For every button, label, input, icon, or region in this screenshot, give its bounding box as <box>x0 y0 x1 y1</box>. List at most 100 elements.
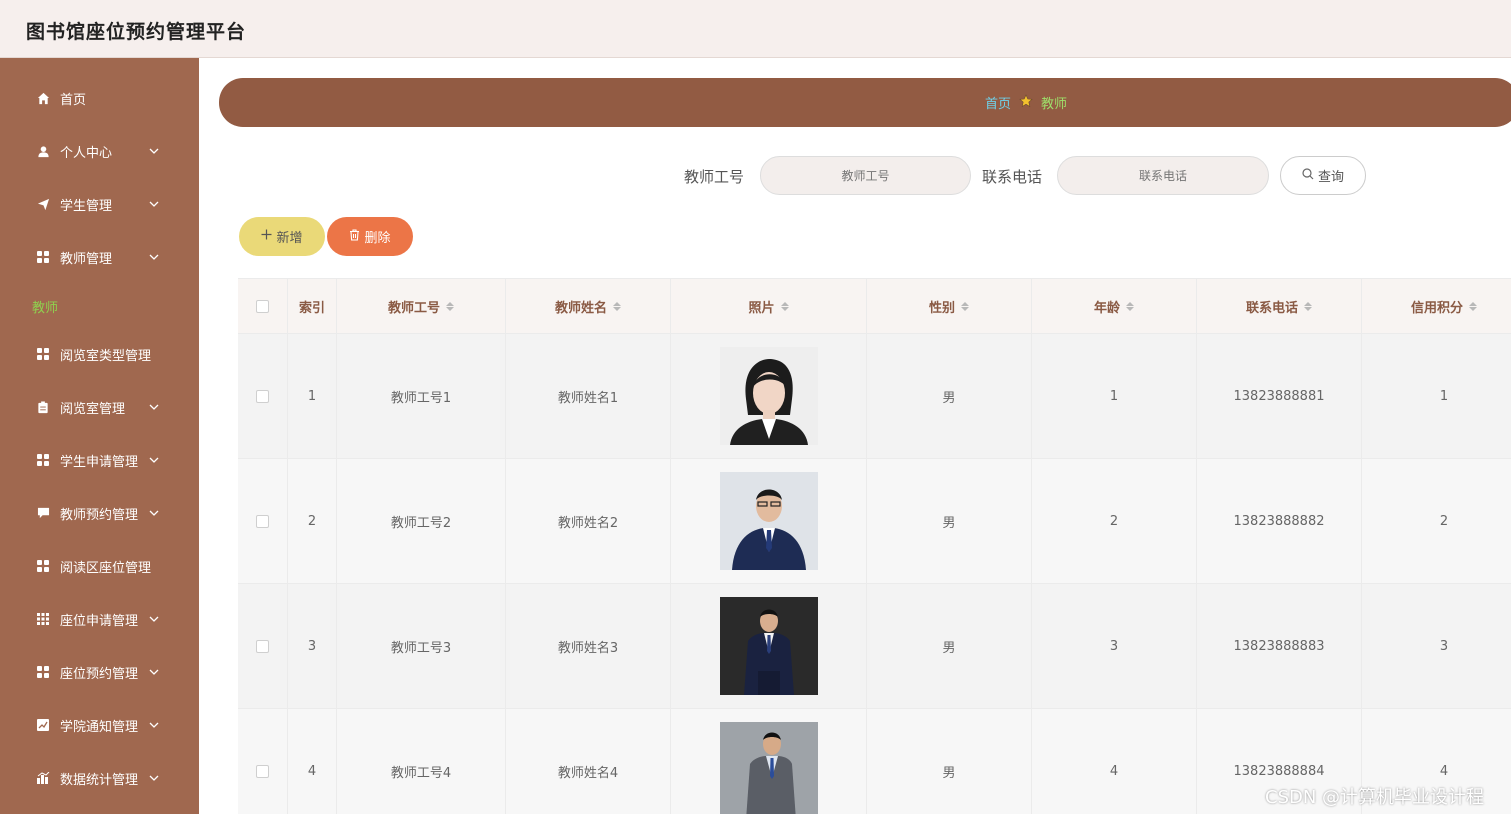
cell-age: 2 <box>1032 459 1197 583</box>
header-age[interactable]: 年龄 <box>1032 279 1197 334</box>
sort-icon[interactable] <box>961 302 969 311</box>
row-checkbox[interactable] <box>256 514 269 528</box>
grid-icon <box>36 665 50 679</box>
header-teacher-id[interactable]: 教师工号 <box>337 279 506 334</box>
cell-credit: 3 <box>1362 584 1511 708</box>
add-button[interactable]: 新增 <box>239 217 325 256</box>
sidebar-item-label: 学生申请管理 <box>60 454 139 470</box>
user-icon <box>36 144 50 158</box>
header-photo[interactable]: 照片 <box>671 279 867 334</box>
message-icon <box>36 506 50 520</box>
table-row[interactable]: 1 教师工号1 教师姓名1 男 1 13823888881 1 <box>238 334 1511 459</box>
cell-teacher-id: 教师工号4 <box>337 709 506 814</box>
chevron-down-icon <box>148 401 160 413</box>
chevron-down-icon <box>148 719 160 731</box>
cell-teacher-id: 教师工号2 <box>337 459 506 583</box>
teacher-photo[interactable] <box>719 722 818 814</box>
add-button-label: 新增 <box>276 231 303 246</box>
chevron-down-icon <box>148 198 160 210</box>
grid-icon <box>36 559 50 573</box>
teacher-table: 索引 教师工号 教师姓名 照片 性别 年龄 联系电话 信用积分 1 教师工号1 … <box>238 278 1511 814</box>
cell-index: 3 <box>288 584 337 708</box>
plus-icon <box>261 229 272 244</box>
cell-gender: 男 <box>867 584 1032 708</box>
sidebar-item-reading-room-type[interactable]: 阅览室类型管理 <box>0 334 199 374</box>
sidebar-item-seat-application[interactable]: 座位申请管理 <box>0 599 199 639</box>
table-row[interactable]: 3 教师工号3 教师姓名3 男 3 13823888883 3 <box>238 584 1511 709</box>
select-all-checkbox[interactable] <box>256 300 269 313</box>
sidebar-subitem-teacher[interactable]: 教师 <box>32 297 58 316</box>
sort-icon[interactable] <box>446 302 454 311</box>
row-checkbox[interactable] <box>256 764 269 778</box>
sidebar-item-personal-center[interactable]: 个人中心 <box>0 131 199 171</box>
sort-icon[interactable] <box>1469 302 1477 311</box>
sidebar-item-teacher-management[interactable]: 教师管理 <box>0 237 199 277</box>
teacher-photo[interactable] <box>719 597 818 695</box>
sidebar-item-label: 座位申请管理 <box>60 613 139 629</box>
header-index: 索引 <box>288 279 337 334</box>
cell-photo <box>671 459 867 583</box>
row-select-cell <box>238 459 288 583</box>
cell-age: 1 <box>1032 334 1197 458</box>
sidebar-item-label: 阅览室类型管理 <box>60 348 152 364</box>
row-select-cell <box>238 334 288 458</box>
cell-teacher-name: 教师姓名3 <box>506 584 671 708</box>
clipboard-icon <box>36 400 50 414</box>
teacher-photo[interactable] <box>719 347 818 445</box>
sidebar-item-home[interactable]: 首页 <box>0 78 199 118</box>
header-phone[interactable]: 联系电话 <box>1197 279 1362 334</box>
chevron-down-icon <box>148 251 160 263</box>
chevron-down-icon <box>148 454 160 466</box>
sort-icon[interactable] <box>1304 302 1312 311</box>
row-checkbox[interactable] <box>256 389 269 403</box>
sort-icon[interactable] <box>780 302 789 311</box>
cell-index: 2 <box>288 459 337 583</box>
table-header: 索引 教师工号 教师姓名 照片 性别 年龄 联系电话 信用积分 <box>238 279 1511 334</box>
sidebar-item-label: 教师预约管理 <box>60 507 139 523</box>
sidebar: 首页 个人中心 学生管理 教师管理 教师 阅览室类型管理 阅览室管理 学生申请管… <box>0 58 199 814</box>
header-credit[interactable]: 信用积分 <box>1362 279 1511 334</box>
sidebar-item-reading-area-seats[interactable]: 阅读区座位管理 <box>0 546 199 586</box>
phone-input[interactable] <box>1057 156 1269 195</box>
cell-photo <box>671 334 867 458</box>
cell-phone: 13823888883 <box>1197 584 1362 708</box>
row-checkbox[interactable] <box>256 639 269 653</box>
send-icon <box>36 197 50 211</box>
star-icon <box>1019 93 1033 112</box>
sort-icon[interactable] <box>1126 302 1134 311</box>
sidebar-item-student-application[interactable]: 学生申请管理 <box>0 440 199 480</box>
delete-button[interactable]: 删除 <box>327 217 413 256</box>
sidebar-item-student-management[interactable]: 学生管理 <box>0 184 199 224</box>
search-button[interactable]: 查询 <box>1280 156 1366 195</box>
sidebar-item-label: 数据统计管理 <box>60 772 139 788</box>
search-button-label: 查询 <box>1317 170 1344 185</box>
sidebar-item-teacher-reservation[interactable]: 教师预约管理 <box>0 493 199 533</box>
cell-teacher-id: 教师工号1 <box>337 334 506 458</box>
sidebar-item-college-notice[interactable]: 学院通知管理 <box>0 705 199 745</box>
cell-index: 1 <box>288 334 337 458</box>
header-gender[interactable]: 性别 <box>867 279 1032 334</box>
chevron-down-icon <box>148 145 160 157</box>
sidebar-item-label: 首页 <box>60 92 87 108</box>
sidebar-item-label: 阅览室管理 <box>60 401 126 417</box>
cell-gender: 男 <box>867 459 1032 583</box>
chart-icon <box>36 718 50 732</box>
delete-button-label: 删除 <box>364 231 391 246</box>
table-row[interactable]: 2 教师工号2 教师姓名2 男 2 13823888882 2 <box>238 459 1511 584</box>
cell-teacher-name: 教师姓名1 <box>506 334 671 458</box>
sidebar-item-seat-reservation[interactable]: 座位预约管理 <box>0 652 199 692</box>
breadcrumb-home-link[interactable]: 首页 <box>985 93 1011 112</box>
header-teacher-name[interactable]: 教师姓名 <box>506 279 671 334</box>
cell-teacher-name: 教师姓名2 <box>506 459 671 583</box>
sort-icon[interactable] <box>613 302 621 311</box>
chevron-down-icon <box>148 507 160 519</box>
sidebar-item-statistics[interactable]: 数据统计管理 <box>0 758 199 798</box>
teacher-photo[interactable] <box>719 472 818 570</box>
sidebar-item-reading-room[interactable]: 阅览室管理 <box>0 387 199 427</box>
chevron-down-icon <box>148 613 160 625</box>
grid-icon <box>36 250 50 264</box>
chevron-down-icon <box>148 772 160 784</box>
teacher-id-input[interactable] <box>760 156 971 195</box>
phone-label: 联系电话 <box>982 168 1043 186</box>
watermark: CSDN @计算机毕业设计程 <box>1265 787 1485 808</box>
